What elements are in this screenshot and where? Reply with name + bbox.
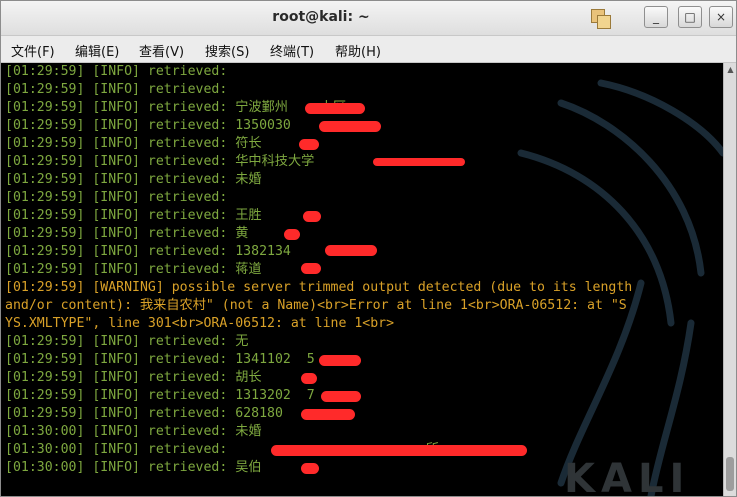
redaction-mark: [301, 463, 319, 474]
terminal-line: [01:29:59] [INFO] retrieved: 宁波鄞州 小区: [5, 100, 347, 115]
terminal-app-icon: [589, 7, 611, 29]
vertical-scrollbar[interactable]: ▲: [723, 63, 736, 496]
menu-search[interactable]: 搜索(S): [205, 41, 249, 60]
menu-edit[interactable]: 编辑(E): [75, 41, 119, 60]
redaction-mark: [325, 245, 377, 256]
terminal-line: [01:29:59] [INFO] retrieved: 黄: [5, 226, 249, 241]
menu-bar: 文件(F) 编辑(E) 查看(V) 搜索(S) 终端(T) 帮助(H): [1, 36, 736, 63]
scroll-up-arrow-icon[interactable]: ▲: [725, 64, 736, 76]
terminal-line: [01:29:59] [INFO] retrieved: 未婚: [5, 172, 262, 187]
redaction-mark: [301, 373, 317, 384]
terminal-line: [01:29:59] [INFO] retrieved:: [5, 190, 228, 205]
terminal-line: [01:29:59] [INFO] retrieved:: [5, 82, 228, 97]
terminal-line: [01:29:59] [INFO] retrieved:: [5, 64, 228, 79]
title-bar[interactable]: root@kali: ~ _ □ ×: [1, 1, 736, 36]
terminal-line: [01:29:59] [INFO] retrieved: 1341102 5: [5, 352, 315, 367]
redaction-mark: [303, 211, 321, 222]
maximize-button[interactable]: □: [678, 6, 702, 28]
menu-file[interactable]: 文件(F): [11, 41, 55, 60]
scrollbar-thumb[interactable]: [726, 457, 734, 491]
redaction-mark: [301, 263, 321, 274]
menu-terminal[interactable]: 终端(T): [270, 41, 314, 60]
redaction-mark: [319, 355, 361, 366]
terminal-line: [01:29:59] [INFO] retrieved: 华中科技大学: [5, 154, 315, 169]
redaction-mark: [321, 391, 361, 402]
redaction-mark: [271, 445, 527, 456]
terminal-warning-line: YS.XMLTYPE", line 301<br>ORA-06512: at l…: [5, 316, 395, 331]
minimize-button[interactable]: _: [644, 6, 668, 28]
menu-help[interactable]: 帮助(H): [335, 41, 381, 60]
terminal-line: [01:29:59] [INFO] retrieved: 符长: [5, 136, 262, 151]
terminal-line: [01:29:59] [INFO] retrieved: 蒋道: [5, 262, 262, 277]
terminal-line: [01:29:59] [INFO] retrieved: 628180: [5, 406, 283, 421]
terminal-line: [01:30:00] [INFO] retrieved: 未婚: [5, 424, 262, 439]
window-title: root@kali: ~: [272, 9, 370, 25]
terminal-warning-line: [01:29:59] [WARNING] possible server tri…: [5, 280, 633, 295]
redaction-mark: [373, 158, 465, 166]
terminal-line: [01:30:00] [INFO] retrieved: 吴伯: [5, 460, 262, 475]
redaction-mark: [305, 103, 365, 114]
terminal-warning-line: and/or content): 我来自农村" (not a Name)<br>…: [5, 298, 627, 313]
terminal-line: [01:29:59] [INFO] retrieved: 1350030: [5, 118, 291, 133]
redaction-mark: [301, 409, 355, 420]
terminal-window: root@kali: ~ _ □ × 文件(F) 编辑(E) 查看(V) 搜索(…: [0, 0, 737, 497]
terminal-line: [01:29:59] [INFO] retrieved: 1313202 7: [5, 388, 315, 403]
redaction-mark: [299, 139, 319, 150]
redaction-mark: [284, 229, 300, 240]
terminal-line: [01:29:59] [INFO] retrieved: 无: [5, 334, 249, 349]
terminal-line: [01:29:59] [INFO] retrieved: 胡长: [5, 370, 262, 385]
menu-view[interactable]: 查看(V): [139, 41, 184, 60]
redaction-mark: [319, 121, 381, 132]
terminal-output[interactable]: [01:29:59] [INFO] retrieved: [01:29:59] …: [1, 63, 723, 496]
terminal-line: [01:29:59] [INFO] retrieved: 王胜: [5, 208, 262, 223]
terminal-line: [01:29:59] [INFO] retrieved: 1382134: [5, 244, 291, 259]
kali-logo-watermark: KALI: [564, 456, 691, 496]
close-button[interactable]: ×: [709, 6, 733, 28]
